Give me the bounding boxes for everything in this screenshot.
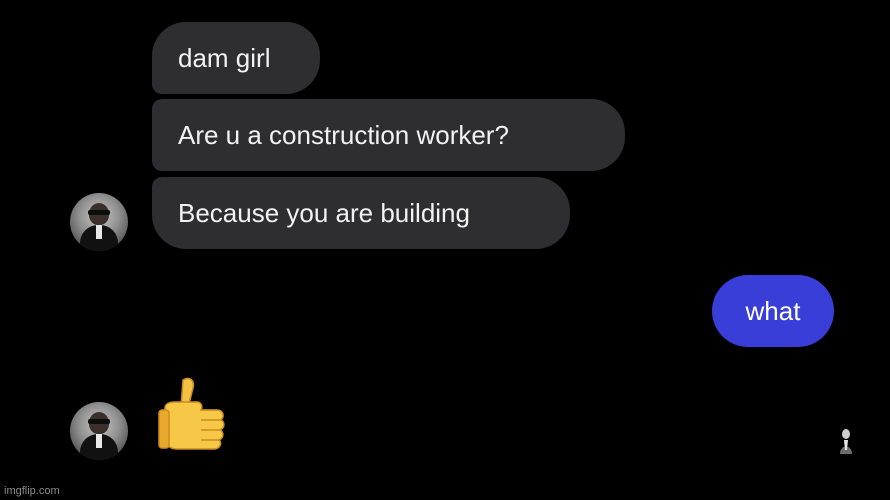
seen-indicator-icon	[840, 429, 852, 454]
incoming-message-bubble[interactable]: Are u a construction worker?	[152, 99, 625, 171]
incoming-message-bubble[interactable]: dam girl	[152, 22, 320, 94]
message-text: dam girl	[178, 43, 271, 73]
contact-avatar[interactable]	[70, 402, 128, 460]
message-text: Because you are building	[178, 198, 470, 228]
watermark: imgflip.com	[4, 485, 60, 497]
message-text: Are u a construction worker?	[178, 120, 509, 150]
outgoing-message-bubble[interactable]: what	[712, 275, 834, 347]
chat-thread: dam girl Are u a construction worker? Be…	[0, 0, 890, 500]
thumbs-up-icon[interactable]	[157, 374, 229, 454]
message-text: what	[745, 296, 801, 326]
contact-avatar[interactable]	[70, 193, 128, 251]
incoming-message-bubble[interactable]: Because you are building	[152, 177, 570, 249]
